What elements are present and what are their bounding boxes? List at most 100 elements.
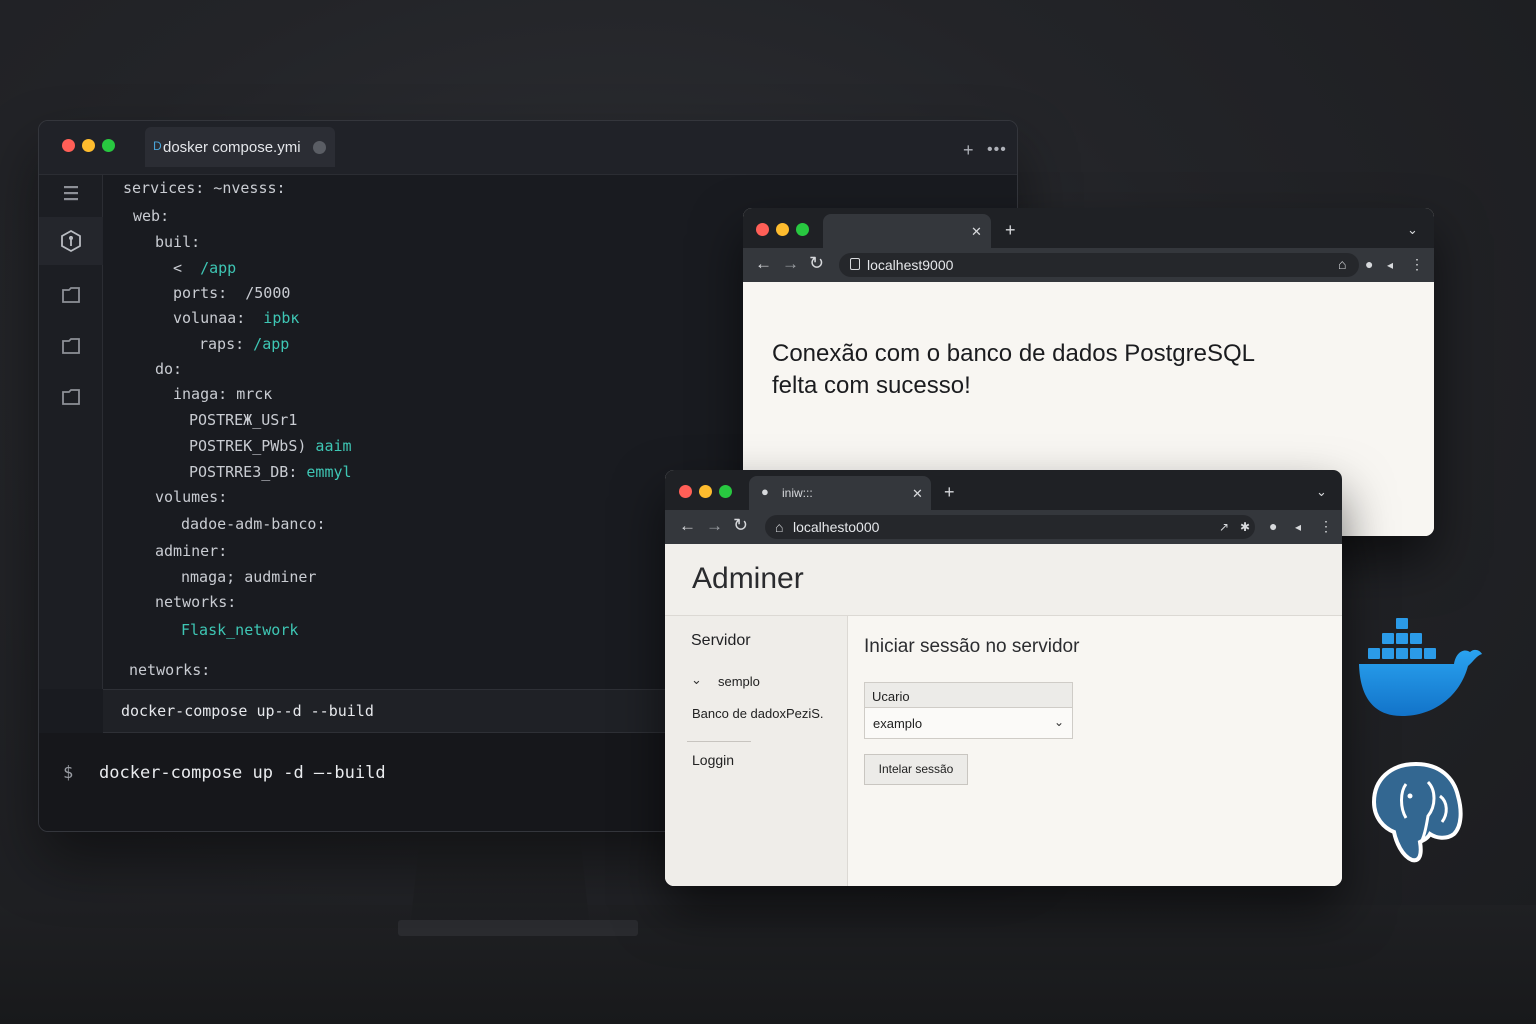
code-line: POSTRRE3_DB: emmyl	[189, 463, 352, 481]
browser-tab[interactable]: ● iniw::: ✕	[749, 476, 931, 510]
code-key: inaga:	[173, 385, 228, 403]
forward-icon[interactable]: →	[782, 255, 799, 272]
code-line: inaga: mrcк	[173, 385, 272, 403]
folder-icon[interactable]	[59, 283, 83, 307]
chevron-down-icon[interactable]: ⌄	[1316, 484, 1327, 500]
minimize-window-button[interactable]	[776, 223, 789, 236]
code-key: raps:	[199, 335, 245, 353]
home-icon: ⌂	[775, 519, 784, 535]
adminer-browser-window: ● iniw::: ✕ + ⌄ ← → ↻ ⌂ localhesto000 ↗ …	[665, 470, 1342, 886]
close-window-button[interactable]	[756, 223, 769, 236]
profile-icon: ●	[761, 484, 769, 499]
code-key: <	[173, 259, 183, 277]
more-icon[interactable]: •••	[987, 141, 1007, 159]
code-key: POSTRRE3_DB:	[189, 463, 298, 481]
lock-icon	[850, 258, 860, 270]
code-value: /5000	[227, 284, 291, 302]
code-key: web:	[133, 207, 170, 225]
adminer-sidebar: Servidor ⌄ semplo Banco de dadoxPeziS. L…	[665, 616, 848, 886]
monitor-stand-base	[398, 920, 638, 936]
code-value: Flask_network	[181, 621, 299, 639]
code-key: services:	[123, 179, 205, 197]
connection-message: Conexão com o banco de dados PostgreSQL …	[772, 338, 1292, 402]
profile-icon[interactable]: ●	[1269, 518, 1277, 534]
address-bar-text: localhest9000	[867, 257, 954, 273]
reload-icon[interactable]: ↻	[733, 516, 748, 534]
sidebar-divider	[687, 741, 751, 742]
code-value: /app	[244, 335, 290, 353]
back-icon[interactable]: ←	[679, 517, 696, 534]
menu-icon[interactable]	[59, 181, 83, 205]
menu-dots-icon[interactable]: ⋮	[1410, 256, 1424, 272]
new-tab-icon[interactable]: +	[944, 483, 955, 501]
login-button[interactable]: Intelar sessão	[864, 754, 968, 785]
floor	[0, 905, 1536, 1024]
user-select-value: examplo	[873, 716, 923, 731]
minimize-window-button[interactable]	[699, 485, 712, 498]
user-field-label: Ucario	[864, 682, 1073, 708]
maximize-window-button[interactable]	[719, 485, 732, 498]
postgresql-logo	[1371, 761, 1463, 863]
activity-bar	[39, 175, 103, 689]
close-window-button[interactable]	[679, 485, 692, 498]
sound-icon[interactable]: ◂	[1387, 257, 1393, 273]
code-line: raps: /app	[199, 335, 289, 353]
adminer-header: Adminer	[665, 544, 1342, 616]
tab-close-icon[interactable]: ✕	[912, 486, 923, 502]
browser-toolbar: ← → ↻ localhest9000 ⌂ ● ◂ ⋮	[743, 248, 1434, 282]
tab-close-icon[interactable]: ✕	[971, 224, 982, 240]
browser-tab-bar: ● iniw::: ✕ + ⌄	[665, 470, 1342, 510]
code-value: emmyl	[297, 463, 352, 481]
profile-icon[interactable]: ●	[1365, 256, 1373, 272]
minimize-window-button[interactable]	[82, 139, 95, 152]
sound-icon[interactable]: ◂	[1295, 519, 1301, 535]
code-line: services: ~nvesss:	[123, 179, 286, 197]
code-line: Flask_network	[181, 621, 298, 639]
code-key: nmaga;	[181, 568, 236, 586]
address-bar[interactable]: localhest9000	[839, 253, 1359, 277]
code-line: POSTREЖ_USr1	[189, 411, 297, 429]
sidebar-item-login[interactable]: Loggin	[692, 752, 734, 768]
editor-tab[interactable]: D dosker compose.ymi	[145, 127, 335, 167]
user-select[interactable]: examplo ⌄	[864, 707, 1073, 739]
forward-icon[interactable]: →	[706, 517, 723, 534]
new-tab-icon[interactable]: +	[1005, 221, 1016, 239]
close-window-button[interactable]	[62, 139, 75, 152]
chevron-down-icon: ⌄	[1053, 715, 1064, 729]
maximize-window-button[interactable]	[102, 139, 115, 152]
sidebar-item-database[interactable]: Banco de dadoxPeziS.	[692, 706, 824, 721]
code-line: adminer:	[155, 542, 227, 560]
code-value: aaim	[306, 437, 352, 455]
browser-tab[interactable]: ✕	[823, 214, 991, 248]
menu-dots-icon[interactable]: ⋮	[1319, 518, 1333, 534]
new-tab-icon[interactable]: +	[963, 141, 974, 159]
editor-tab-label: dosker compose.ymi	[163, 139, 301, 156]
address-bar[interactable]: ⌂ localhesto000 ↗ ✱	[765, 515, 1255, 539]
code-line: volumes:	[155, 488, 227, 506]
browser-toolbar: ← → ↻ ⌂ localhesto000 ↗ ✱ ● ◂ ⋮	[665, 510, 1342, 544]
code-key: buil:	[155, 233, 201, 251]
code-key: POSTREЖ_USr1	[189, 411, 298, 429]
code-line: nmaga; audminer	[181, 568, 316, 586]
address-bar-text: localhesto000	[793, 519, 880, 535]
home-icon[interactable]: ⌂	[1338, 256, 1346, 272]
file-lock-icon[interactable]	[59, 385, 83, 409]
chevron-down-icon[interactable]: ⌄	[691, 672, 702, 688]
maximize-window-button[interactable]	[796, 223, 809, 236]
reload-icon[interactable]: ↻	[809, 254, 824, 272]
extension-icon[interactable]: ✱	[1240, 519, 1250, 535]
folder-open-icon[interactable]	[59, 334, 83, 358]
code-line: web:	[133, 207, 169, 225]
chevron-down-icon[interactable]: ⌄	[1407, 222, 1418, 238]
editor-titlebar: D dosker compose.ymi + •••	[39, 121, 1017, 175]
tab-title: iniw:::	[782, 486, 813, 500]
browser-tab-bar: ✕ + ⌄	[743, 208, 1434, 248]
share-icon[interactable]: ↗	[1219, 519, 1229, 535]
sidebar-item-server[interactable]: semplo	[718, 674, 760, 689]
code-value: ipbк	[245, 309, 300, 327]
tab-close-icon[interactable]	[313, 141, 326, 154]
monitor-stand	[410, 828, 590, 928]
terminal-prompt: $	[63, 763, 74, 783]
back-icon[interactable]: ←	[755, 255, 772, 272]
git-icon[interactable]	[59, 229, 83, 253]
